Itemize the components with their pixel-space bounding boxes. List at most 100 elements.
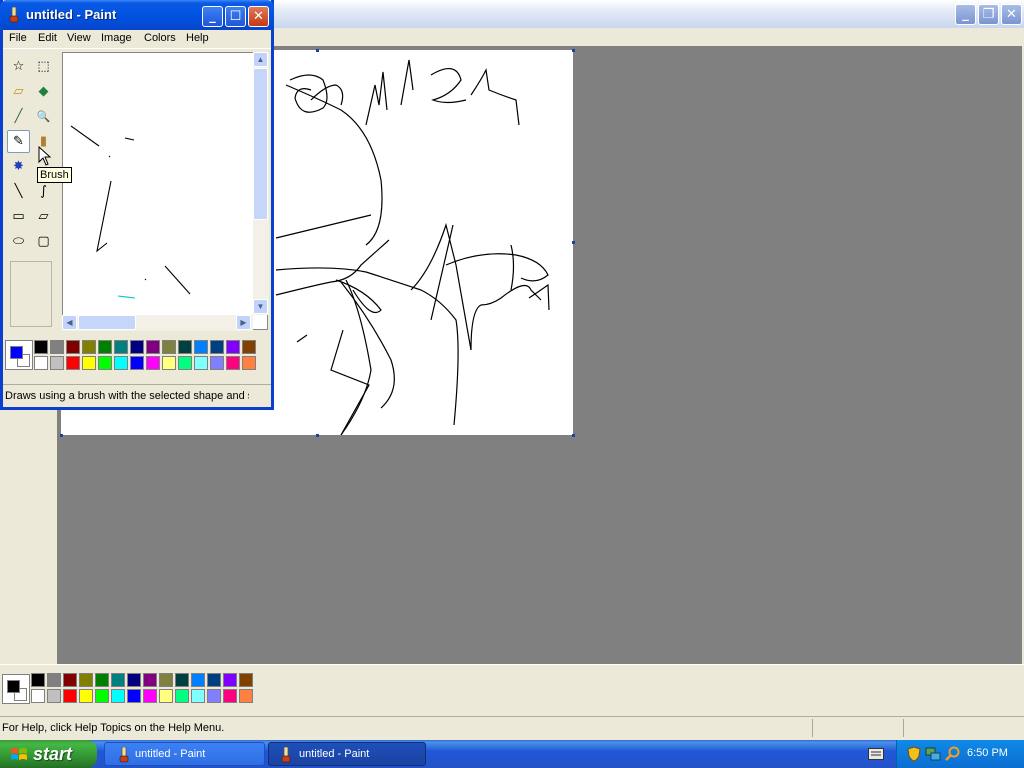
palette-swatch[interactable] [66,356,80,370]
scroll-up-button[interactable]: ▲ [253,52,268,67]
palette-swatch[interactable] [175,689,189,703]
menu-file[interactable]: File [9,32,27,44]
palette-swatch[interactable] [63,673,77,687]
palette-swatch[interactable] [82,340,96,354]
palette-swatch[interactable] [207,673,221,687]
canvas-resize-handle[interactable] [572,241,575,244]
palette-swatch[interactable] [226,340,240,354]
palette-swatch[interactable] [239,689,253,703]
pencil-tool[interactable]: ✎ [7,130,30,153]
palette-swatch[interactable] [66,340,80,354]
palette-swatch[interactable] [50,356,64,370]
close-button[interactable]: ✕ [1001,4,1022,25]
palette-swatch[interactable] [114,340,128,354]
select-tool[interactable]: ⬚ [32,55,55,78]
start-button[interactable]: start [0,740,97,768]
palette-swatch[interactable] [79,689,93,703]
palette-swatch[interactable] [239,673,253,687]
palette-swatch[interactable] [159,689,173,703]
taskbar-button-paint[interactable]: untitled - Paint [104,742,265,766]
menu-help[interactable]: Help [186,32,209,44]
menu-colors[interactable]: Colors [144,32,176,44]
canvas-resize-handle[interactable] [572,49,575,52]
palette-swatch[interactable] [111,673,125,687]
palette-swatch[interactable] [223,689,237,703]
ellipse-tool[interactable]: ⬭ [7,230,30,253]
maximize-button[interactable]: ☐ [225,6,246,27]
palette-swatch[interactable] [210,340,224,354]
palette-swatch[interactable] [34,356,48,370]
palette-swatch[interactable] [223,673,237,687]
palette-swatch[interactable] [63,689,77,703]
scroll-left-button[interactable]: ◀ [62,315,77,330]
palette-swatch[interactable] [194,340,208,354]
palette-swatch[interactable] [210,356,224,370]
palette-swatch[interactable] [114,356,128,370]
menu-edit[interactable]: Edit [38,32,57,44]
palette-swatch[interactable] [143,689,157,703]
palette-swatch[interactable] [95,689,109,703]
palette-swatch[interactable] [242,340,256,354]
palette-swatch[interactable] [31,689,45,703]
palette-swatch[interactable] [175,673,189,687]
palette-swatch[interactable] [130,356,144,370]
palette-swatch[interactable] [31,673,45,687]
palette-swatch[interactable] [191,689,205,703]
palette-swatch[interactable] [111,689,125,703]
pick-color-tool[interactable]: ╱ [7,105,30,128]
keyboard-icon[interactable] [868,748,884,760]
palette-swatch[interactable] [194,356,208,370]
current-colors-box[interactable] [5,340,33,370]
palette-swatch[interactable] [191,673,205,687]
polygon-tool[interactable]: ⏥ [32,205,55,228]
rectangle-tool[interactable]: ▭ [7,205,30,228]
canvas-resize-handle[interactable] [60,434,63,437]
palette-swatch[interactable] [47,689,61,703]
palette-swatch[interactable] [143,673,157,687]
foreground-canvas[interactable] [62,52,268,330]
palette-swatch[interactable] [162,356,176,370]
horizontal-scrollbar[interactable]: ◀ ▶ [62,315,253,331]
line-tool[interactable]: ╲ [7,180,30,203]
palette-swatch[interactable] [47,673,61,687]
magnifier-tool[interactable]: 🔍 [32,105,55,128]
horizontal-scroll-thumb[interactable] [78,315,136,330]
palette-swatch[interactable] [95,673,109,687]
palette-swatch[interactable] [242,356,256,370]
scroll-right-button[interactable]: ▶ [236,315,251,330]
palette-swatch[interactable] [127,689,141,703]
palette-swatch[interactable] [178,340,192,354]
vertical-scroll-thumb[interactable] [253,68,268,220]
network-icon[interactable] [925,746,941,762]
palette-swatch[interactable] [98,340,112,354]
palette-swatch[interactable] [146,340,160,354]
palette-swatch[interactable] [178,356,192,370]
canvas-resize-handle[interactable] [316,434,319,437]
palette-swatch[interactable] [146,356,160,370]
palette-swatch[interactable] [34,340,48,354]
palette-swatch[interactable] [159,673,173,687]
vertical-scrollbar[interactable]: ▲ ▼ [253,52,269,315]
eraser-tool[interactable]: ▱ [7,80,30,103]
canvas-resize-handle[interactable] [316,49,319,52]
free-form-select-tool[interactable]: ☆ [7,55,30,78]
title-bar[interactable]: untitled - Paint _ ☐ ✕ [0,0,274,30]
palette-swatch[interactable] [98,356,112,370]
palette-swatch[interactable] [82,356,96,370]
canvas-resize-handle[interactable] [572,434,575,437]
close-button[interactable]: ✕ [248,6,269,27]
palette-swatch[interactable] [226,356,240,370]
restore-button[interactable]: ❐ [978,4,999,25]
minimize-button[interactable]: _ [955,4,976,25]
current-colors-box[interactable] [2,674,30,704]
palette-swatch[interactable] [207,689,221,703]
palette-swatch[interactable] [127,673,141,687]
security-shield-icon[interactable] [907,746,921,762]
curve-tool[interactable]: ∫ [32,180,55,203]
search-icon[interactable] [945,746,961,762]
scroll-down-button[interactable]: ▼ [253,299,268,314]
menu-view[interactable]: View [67,32,91,44]
rounded-rectangle-tool[interactable]: ▢ [32,230,55,253]
tool-options-box[interactable] [10,261,52,327]
palette-swatch[interactable] [79,673,93,687]
